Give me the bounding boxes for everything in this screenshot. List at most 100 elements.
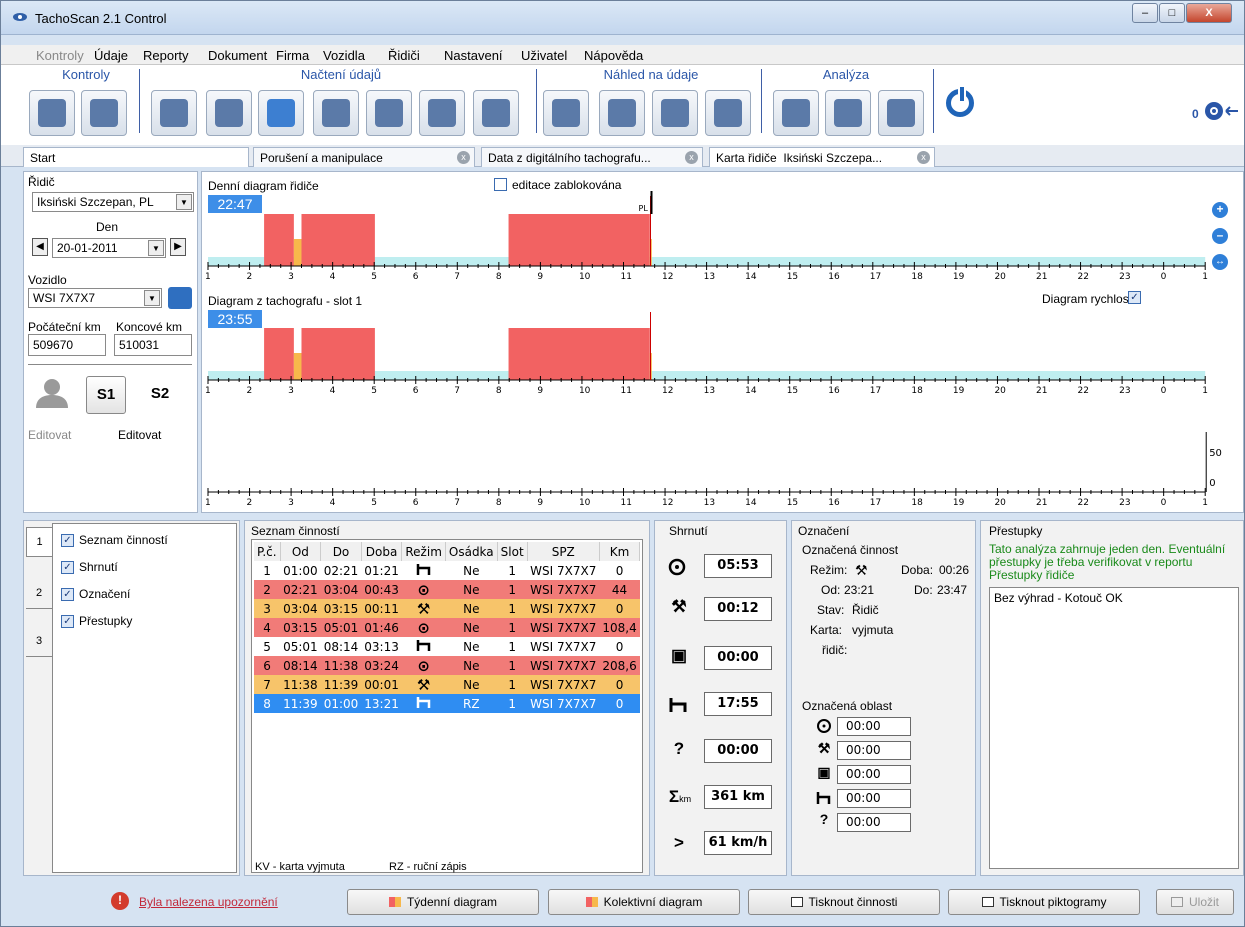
km-map-icon [887,99,915,127]
table-row[interactable]: 3 03:04 03:15 00:11 ⚒ Ne 1 WSI 7X7X7 0 [254,599,640,618]
view-disc-button[interactable] [543,90,589,136]
column-header[interactable]: Osádka [445,542,498,561]
hour-label: 20 [994,272,1006,282]
save-icon [1170,897,1183,907]
close-button[interactable]: X [1186,3,1232,23]
menu-nastaveni[interactable]: Nastavení [444,48,503,63]
view-card-button[interactable] [599,90,645,136]
slot-s1-button[interactable]: S1 [86,376,126,414]
option-checkbox[interactable]: ✓ [61,588,74,601]
disc-reader-icon[interactable] [1204,101,1240,121]
work-icon: ⚒ [401,675,446,694]
print-pictograms-button[interactable]: Tisknout piktogramy [948,889,1140,915]
maximize-button[interactable]: □ [1159,3,1185,23]
option-checkbox[interactable]: ✓ [61,615,74,628]
column-header[interactable]: Km [599,542,641,561]
option-checkbox[interactable]: ✓ [61,534,74,547]
tab-label: Karta řidiče [716,151,777,165]
table-row[interactable]: 6 08:14 11:38 03:24 ⊙ Ne 1 WSI 7X7X7 208,6 [254,656,640,675]
option-summary: Shrnutí [79,560,118,574]
scanner-settings-button[interactable] [206,90,252,136]
disc-scan-icon [160,99,188,127]
warnings-link[interactable]: Byla nalezena upozornění [139,895,278,909]
table-row[interactable]: 1 01:00 02:21 01:21 Ne 1 WSI 7X7X7 0 [254,561,640,580]
column-header[interactable]: Doba [361,542,403,561]
hour-label: 23 [1119,498,1130,508]
violations-result-box[interactable]: Bez výhrad - Kotouč OK [989,587,1239,869]
duration-value: 00:26 [939,563,970,577]
driver-check-button[interactable] [29,90,75,136]
menu-vozidla[interactable]: Vozidla [323,48,365,63]
driver-check-locked-button[interactable] [81,90,127,136]
column-header[interactable]: Od [280,542,322,561]
table-row[interactable]: 5 05:01 08:14 03:13 Ne 1 WSI 7X7X7 0 [254,637,640,656]
truck-icon[interactable] [168,287,192,309]
power-icon[interactable] [946,85,974,117]
hour-label: 17 [870,386,881,396]
tab-violations[interactable]: Porušení a manipulace x [253,147,475,167]
column-header[interactable]: Režim [401,542,446,561]
zoom-in-icon[interactable]: + [1212,202,1228,218]
column-header[interactable]: SPZ [527,542,600,561]
collective-diagram-button[interactable]: Kolektivní diagram [548,889,740,915]
tab-tachograph-data[interactable]: Data z digitálního tachografu... x [481,147,703,167]
slot-s2-button[interactable]: S2 [140,376,180,414]
menu-reporty[interactable]: Reporty [143,48,189,63]
drive-bar [264,214,294,266]
analysis-disc-button[interactable] [773,90,819,136]
minimize-button[interactable]: – [1132,3,1158,23]
menu-uzivatel[interactable]: Uživatel [521,48,567,63]
driver-select[interactable]: Iksiński Szczepan, PL ▼ [32,192,194,212]
option-checkbox[interactable]: ✓ [61,561,74,574]
speed-tick-label: 50 [1209,448,1222,459]
end-km-field[interactable]: 510031 [114,334,192,356]
side-tab-2[interactable]: 2 [26,579,52,609]
weekly-chart-button[interactable] [652,90,698,136]
side-tab-3[interactable]: 3 [26,627,52,657]
date-picker[interactable]: 20-01-2011 ▼ [52,238,166,258]
menu-kontroly[interactable]: Kontroly [36,48,84,63]
print-activities-button[interactable]: Tisknout činnosti [748,889,940,915]
column-header[interactable]: Slot [497,542,528,561]
column-header[interactable]: Do [320,542,362,561]
save-button[interactable]: Uložit [1156,889,1234,915]
column-header[interactable]: P.č. [254,542,281,561]
start-km-field[interactable]: 509670 [28,334,106,356]
monthly-chart-button[interactable] [705,90,751,136]
prev-day-button[interactable]: ◀ [32,238,48,256]
violations-button[interactable] [825,90,871,136]
rest-icon [669,698,687,712]
open-folder-button[interactable] [258,90,304,136]
table-cell: Ne [445,618,498,637]
side-tab-1[interactable]: 1 [26,527,52,557]
fit-width-icon[interactable]: ↔ [1212,254,1228,270]
tab-start[interactable]: Start [23,147,249,167]
close-tab-icon[interactable]: x [685,151,698,164]
edit-slot2-link[interactable]: Editovat [118,428,161,442]
table-row[interactable]: 7 11:38 11:39 00:01 ⚒ Ne 1 WSI 7X7X7 0 [254,675,640,694]
read-disc-button[interactable] [151,90,197,136]
km-analysis-button[interactable] [878,90,924,136]
zoom-out-icon[interactable]: – [1212,228,1228,244]
next-day-button[interactable]: ▶ [170,238,186,256]
state-value: Řidič [852,603,879,617]
hour-label: 5 [371,386,377,396]
close-tab-icon[interactable]: x [457,151,470,164]
close-tab-icon[interactable]: x [917,151,930,164]
menu-napoveda[interactable]: Nápověda [584,48,643,63]
menu-ridici[interactable]: Řidiči [388,48,420,63]
read-tachograph-button[interactable] [366,90,412,136]
weekly-diagram-button[interactable]: Týdenní diagram [347,889,539,915]
remote-download-button[interactable] [473,90,519,136]
table-row[interactable]: 4 03:15 05:01 01:46 ⊙ Ne 1 WSI 7X7X7 108,4 [254,618,640,637]
menu-firma[interactable]: Firma [276,48,309,63]
usb-download-button[interactable] [419,90,465,136]
vehicle-select[interactable]: WSI 7X7X7 ▼ [28,288,162,308]
menu-dokument[interactable]: Dokument [208,48,267,63]
menu-udaje[interactable]: Údaje [94,48,128,63]
tab-driver-card[interactable]: Karta řidiče Iksiński Szczepa... x [709,147,935,167]
edit-slot1-link[interactable]: Editovat [28,428,71,442]
table-row[interactable]: 2 02:21 03:04 00:43 ⊙ Ne 1 WSI 7X7X7 44 [254,580,640,599]
table-row[interactable]: 8 11:39 01:00 13:21 RZ 1 WSI 7X7X7 0 [254,694,640,713]
read-card-button[interactable] [313,90,359,136]
